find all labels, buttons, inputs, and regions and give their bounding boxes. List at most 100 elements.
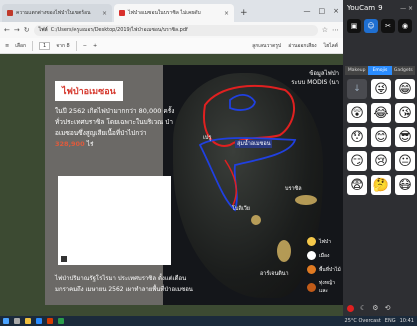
minimize-button[interactable]: — xyxy=(304,7,311,15)
powerpoint-icon[interactable] xyxy=(47,318,53,324)
file-scheme-label: ไฟล์ xyxy=(38,27,48,33)
emoji-item[interactable]: 😊 xyxy=(371,127,391,147)
map-title-line-2: ระบบ MODIS (นา xyxy=(291,79,339,86)
emoji-item[interactable]: 🤔 xyxy=(371,175,391,195)
city-lights xyxy=(277,240,291,262)
emoji-item[interactable]: 😂 xyxy=(371,103,391,123)
legend-item: พื้นที่ป่าไม้ xyxy=(307,265,341,274)
url-field[interactable]: ไฟล์ C:/Users/ครูเอมอร/Desktop/2019/ไฟป่… xyxy=(33,24,318,36)
back-arrow-icon[interactable]: ← xyxy=(4,26,10,34)
night-mode-icon[interactable]: ☾ xyxy=(360,304,366,312)
settings-gear-icon[interactable]: ⚙ xyxy=(372,304,378,312)
file-explorer-icon[interactable] xyxy=(25,318,31,324)
legend-label: ไฟป่า xyxy=(319,238,332,245)
search-icon[interactable] xyxy=(14,318,20,324)
emoji-item[interactable]: 😨 xyxy=(347,175,367,195)
pdf-toolbar: ≡ เลือก 1 จาก 8 − + ลูกเลนวาดรูป อ่านออก… xyxy=(0,38,343,54)
browser-tab-bar: ความแตกต่างของไฟป่าในเขตร้อน × ไฟป่าอเมซ… xyxy=(0,0,343,22)
emoji-item[interactable]: 😜 xyxy=(371,79,391,99)
language-indicator[interactable]: ENG xyxy=(385,318,396,324)
youcam-titlebar: YouCam 9 — × xyxy=(343,0,417,16)
legend-swatch xyxy=(307,265,316,274)
camera-mode-button[interactable]: ▣ xyxy=(347,19,361,33)
tab-gadgets[interactable]: Gadgets xyxy=(392,66,415,75)
record-button[interactable] xyxy=(347,304,354,312)
embedded-video-frame[interactable] xyxy=(58,176,171,265)
legend-label: เมือง xyxy=(319,252,330,259)
area-value: 328,900 xyxy=(55,140,85,148)
legend-swatch xyxy=(307,237,316,246)
emoji-mode-button[interactable]: ☺ xyxy=(364,19,378,33)
menu-icon[interactable]: ≡ xyxy=(5,43,9,49)
clock-time[interactable]: 10:41 xyxy=(400,318,414,324)
slide-heading: ไฟป่าอเมซอน xyxy=(55,81,123,101)
emoji-item[interactable]: 😏 xyxy=(347,151,367,171)
emoji-item[interactable]: 😘 xyxy=(395,103,415,123)
label-peru: เปรู xyxy=(203,135,212,141)
draw-button[interactable]: ลูกเลนวาดรูป xyxy=(252,42,281,50)
slide-caption-2: ถึง เมษายน 2562 เผาทำลายพื้นที่ป่าอเมซอน xyxy=(77,286,193,293)
address-bar: ← → ↻ ไฟล์ C:/Users/ครูเอมอร/Desktop/201… xyxy=(0,22,343,38)
close-window-button[interactable]: × xyxy=(333,7,339,15)
forward-arrow-icon[interactable]: → xyxy=(14,26,20,34)
maximize-button[interactable]: □ xyxy=(319,7,326,15)
emoji-item[interactable]: 😯 xyxy=(347,127,367,147)
page-number-input[interactable]: 1 xyxy=(39,41,51,50)
pdf-toolbar-right: ลูกเลนวาดรูป อ่านออกเสียง ไฮไลต์ xyxy=(252,42,338,50)
emoji-item[interactable]: 😢 xyxy=(371,151,391,171)
legend-label: พื้นที่ป่าไม้ xyxy=(319,266,341,273)
tab-favicon-icon xyxy=(7,10,13,16)
edge-browser-icon[interactable] xyxy=(36,318,42,324)
label-bolivia: โบลิเวีย xyxy=(232,206,251,212)
tab-makeup[interactable]: Makeup xyxy=(345,66,368,75)
star-icon[interactable]: ☆ xyxy=(322,26,328,34)
download-emoji-button[interactable]: ↓ xyxy=(347,79,367,99)
emoji-item[interactable]: 😁 xyxy=(395,79,415,99)
browser-tab-1[interactable]: ความแตกต่างของไฟป่าในเขตร้อน × xyxy=(2,4,112,22)
more-menu-icon[interactable]: ⋯ xyxy=(332,26,339,34)
youcam-panel: YouCam 9 — × ▣ ☺ ✂ ◉ Makeup Emojis Gadge… xyxy=(343,0,417,316)
emoji-item[interactable]: 😷 xyxy=(395,175,415,195)
toolbar-divider xyxy=(75,40,77,51)
youcam-version: 9 xyxy=(378,4,383,12)
map-title-line-1: ข้อมูลไฟป่า xyxy=(309,70,339,77)
zoom-out-button[interactable]: − xyxy=(83,43,87,49)
excel-icon[interactable] xyxy=(58,318,64,324)
undo-icon[interactable]: ⟲ xyxy=(385,304,391,312)
browser-tab-2[interactable]: ไฟป่าอเมซอนในบราซิล ไม่เคยดับ × xyxy=(114,4,234,22)
start-icon[interactable] xyxy=(3,318,9,324)
pdf-viewer[interactable]: ไฟป่าอเมซอน ในปี 2562 เกิดไฟป่ามากกว่า 8… xyxy=(0,54,343,316)
page-total: จาก 8 xyxy=(56,42,70,49)
highlight-button[interactable]: ไฮไลต์ xyxy=(324,42,338,50)
youcam-bottom-bar: ☾ ⚙ ⟲ xyxy=(343,300,417,316)
emoji-item[interactable]: 😐 xyxy=(395,151,415,171)
slide-page: ไฟป่าอเมซอน ในปี 2562 เกิดไฟป่ามากกว่า 8… xyxy=(45,65,343,305)
url-text: C:/Users/ครูเอมอร/Desktop/2019/ไฟป่าอเมซ… xyxy=(50,27,188,33)
tab-1-label: ความแตกต่างของไฟป่าในเขตร้อน xyxy=(16,10,91,16)
read-aloud-button[interactable]: อ่านออกเสียง xyxy=(288,42,316,50)
close-tab-icon[interactable]: × xyxy=(102,10,107,17)
emoji-item[interactable]: 😲 xyxy=(347,103,367,123)
snapshot-mode-button[interactable]: ◉ xyxy=(398,19,412,33)
zoom-in-button[interactable]: + xyxy=(93,43,97,49)
tab-2-label: ไฟป่าอเมซอนในบราซิล ไม่เคยดับ xyxy=(128,10,201,16)
emoji-grid: ↓ 😜 😁 😲 😂 😘 😯 😊 😎 😏 😢 😐 😨 🤔 😷 xyxy=(343,75,417,199)
emoji-item[interactable]: 😎 xyxy=(395,127,415,147)
youcam-tabs: Makeup Emojis Gadgets xyxy=(345,66,415,75)
reload-icon[interactable]: ↻ xyxy=(24,26,30,34)
new-tab-button[interactable]: + xyxy=(236,4,252,22)
youcam-window-controls-icon[interactable]: — × xyxy=(400,5,413,12)
effects-mode-button[interactable]: ✂ xyxy=(381,19,395,33)
windows-taskbar: 25°C Overcast ENG 10:41 xyxy=(0,316,417,326)
toolbar-divider xyxy=(32,40,34,51)
close-tab-icon[interactable]: × xyxy=(224,10,229,17)
window-controls: — □ × xyxy=(304,0,344,22)
legend-swatch xyxy=(307,251,316,260)
legend-item: เมือง xyxy=(307,251,341,260)
media-control-icon[interactable] xyxy=(61,256,67,262)
tab-emojis[interactable]: Emojis xyxy=(368,66,392,75)
legend-item: ทุ่งหญ้าและ xyxy=(307,279,341,295)
weather-status[interactable]: 25°C Overcast xyxy=(345,318,381,324)
contents-label[interactable]: เลือก xyxy=(15,42,26,50)
system-tray: 25°C Overcast ENG 10:41 xyxy=(345,318,414,324)
